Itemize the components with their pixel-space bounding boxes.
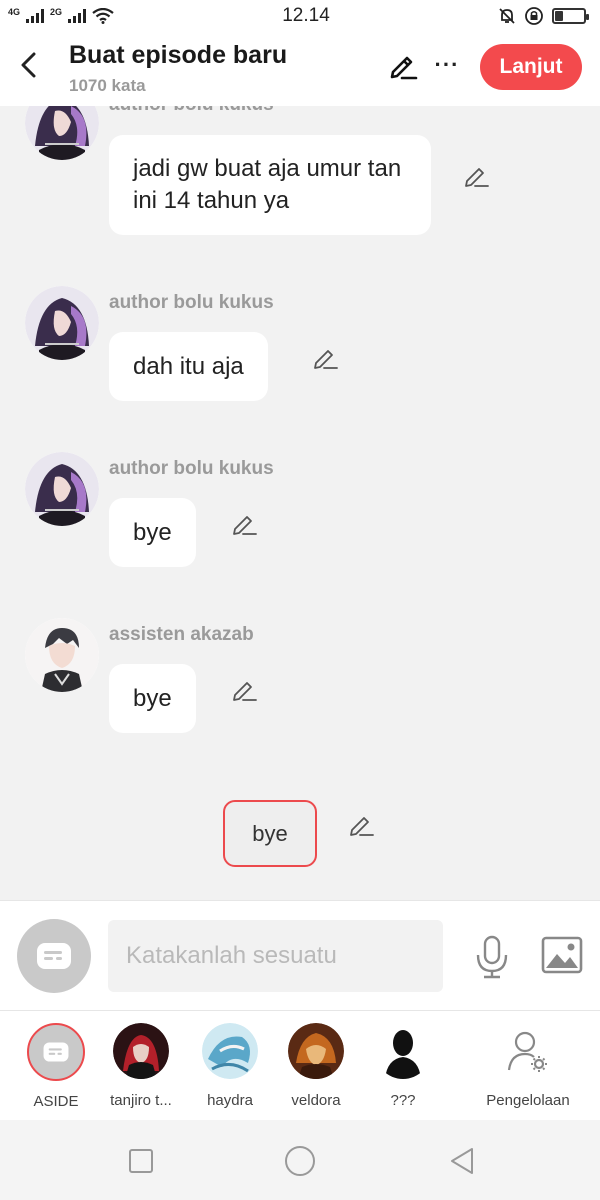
assistant-avatar[interactable] [25, 618, 99, 692]
microphone-icon [476, 935, 508, 979]
character-label: tanjiro t... [110, 1092, 172, 1109]
message-text: dah itu aja [133, 352, 244, 380]
edit-message-icon[interactable] [231, 511, 257, 537]
edit-message-icon[interactable] [231, 677, 257, 703]
message-bubble[interactable]: dah itu aja [109, 332, 268, 401]
chat-area[interactable]: author bolu kukus jadi gw buat aja umur … [0, 106, 600, 900]
character-label: ??? [390, 1092, 416, 1109]
next-button[interactable]: Lanjut [480, 44, 582, 90]
status-bar-right [498, 6, 589, 26]
message-text: bye [133, 518, 172, 546]
aside-avatar [27, 1023, 85, 1081]
message-author: author bolu kukus [109, 292, 274, 313]
aside-icon [37, 943, 71, 969]
circle-icon [285, 1146, 315, 1176]
aside-message-text: bye [252, 820, 288, 846]
battery-level [554, 11, 564, 21]
character-unknown[interactable]: ??? [358, 1023, 448, 1109]
network-type-1: 4G [8, 7, 21, 17]
character-avatar-image [113, 1023, 169, 1079]
rotation-lock-icon [525, 7, 543, 25]
message-bubble[interactable]: jadi gw buat aja umur tan ini 14 tahun y… [109, 135, 431, 235]
manage-icon-wrap [500, 1023, 556, 1079]
character-label: veldora [291, 1092, 341, 1109]
character-veldora[interactable]: veldora [271, 1023, 361, 1109]
more-icon: ··· [434, 52, 460, 77]
more-options-button[interactable]: ··· [434, 52, 460, 78]
silhouette-icon [375, 1023, 431, 1079]
message-author: assisten akazab [109, 624, 254, 645]
message-author: author bolu kukus [109, 106, 274, 116]
edit-aside-icon[interactable] [348, 812, 374, 838]
image-icon [541, 936, 583, 974]
character-haydra[interactable]: haydra [185, 1023, 275, 1109]
wifi-icon [92, 8, 114, 24]
image-button[interactable] [541, 936, 583, 974]
system-nav-bar [0, 1120, 600, 1200]
user-settings-icon [507, 1031, 547, 1072]
back-button[interactable] [14, 48, 42, 82]
aside-icon [43, 1042, 69, 1062]
author-avatar-image [25, 106, 99, 160]
status-bar: 4G 2G 12.14 [0, 0, 600, 32]
edit-title-button[interactable] [388, 51, 418, 81]
message-bubble[interactable]: bye [109, 664, 196, 733]
word-count: 1070 kata [69, 76, 146, 95]
edit-message-icon[interactable] [463, 163, 489, 189]
message-bubble[interactable]: bye [109, 498, 196, 567]
signal-icon-2 [68, 9, 87, 23]
author-avatar[interactable] [25, 106, 99, 160]
mute-icon [499, 8, 515, 24]
character-bar: ASIDE tanjiro t... haydra veldora ??? Pe… [0, 1010, 600, 1120]
message-input[interactable] [108, 920, 443, 992]
pencil-icon [390, 56, 418, 80]
square-icon [129, 1149, 153, 1173]
character-tanjiro[interactable]: tanjiro t... [96, 1023, 186, 1109]
signal-icon [26, 9, 45, 23]
character-avatar-image [202, 1023, 258, 1079]
author-avatar[interactable] [25, 286, 99, 360]
character-avatar [288, 1023, 344, 1079]
message-author: author bolu kukus [109, 458, 274, 479]
message-text: jadi gw buat aja umur tan ini 14 tahun y… [133, 155, 402, 214]
clock: 12.14 [282, 5, 330, 26]
header: Buat episode baru 1070 kata ··· Lanjut [0, 32, 600, 106]
aside-message-bubble[interactable]: bye [223, 800, 317, 867]
character-aside[interactable]: ASIDE [11, 1023, 101, 1110]
author-avatar-image [25, 452, 99, 526]
author-avatar[interactable] [25, 452, 99, 526]
manage-label: Pengelolaan [486, 1092, 570, 1109]
assistant-avatar-image [25, 618, 99, 692]
manage-characters-button[interactable]: Pengelolaan [478, 1023, 578, 1109]
character-label: ASIDE [33, 1093, 79, 1110]
edit-message-icon[interactable] [312, 345, 338, 371]
character-avatar-image [288, 1023, 344, 1079]
network-type-2: 2G [50, 7, 63, 17]
character-avatar [113, 1023, 169, 1079]
status-bar-left: 4G 2G [8, 8, 114, 24]
character-avatar [375, 1023, 431, 1079]
home-button[interactable] [283, 1144, 317, 1178]
character-label: haydra [207, 1092, 253, 1109]
recent-apps-button[interactable] [124, 1144, 158, 1178]
triangle-back-icon [451, 1148, 473, 1174]
battery-icon [551, 8, 589, 24]
aside-toggle-button[interactable] [17, 919, 91, 993]
page-title: Buat episode baru [69, 41, 288, 69]
chevron-left-icon [21, 52, 36, 78]
input-bar [0, 900, 600, 1010]
back-nav-button[interactable] [445, 1144, 479, 1178]
character-avatar [202, 1023, 258, 1079]
microphone-button[interactable] [474, 935, 510, 979]
author-avatar-image [25, 286, 99, 360]
message-text: bye [133, 684, 172, 712]
